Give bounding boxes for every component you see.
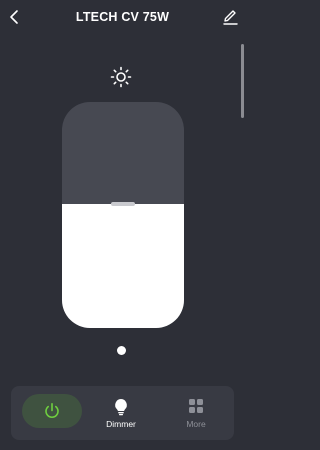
more-button[interactable]: More bbox=[171, 386, 221, 440]
brightness-slider-fill bbox=[62, 203, 184, 328]
more-label: More bbox=[186, 419, 206, 429]
header: LTECH CV 75W bbox=[0, 0, 245, 36]
page-indicator-dot bbox=[117, 346, 126, 355]
bottom-action-bar: Dimmer More bbox=[11, 386, 234, 440]
dimmer-label: Dimmer bbox=[106, 419, 136, 429]
dimmer-button[interactable]: Dimmer bbox=[96, 386, 146, 440]
bulb-icon bbox=[115, 399, 127, 416]
device-control-screen: LTECH CV 75W Dimmer More bbox=[0, 0, 245, 450]
pencil-icon[interactable] bbox=[221, 8, 239, 26]
page-title: LTECH CV 75W bbox=[75, 10, 170, 24]
sun-icon bbox=[110, 66, 132, 88]
power-icon bbox=[45, 402, 59, 418]
chevron-left-icon[interactable] bbox=[6, 8, 24, 26]
scrollbar[interactable] bbox=[241, 44, 244, 118]
brightness-slider[interactable] bbox=[62, 102, 184, 328]
brightness-slider-handle[interactable] bbox=[111, 201, 135, 206]
grid-icon bbox=[189, 399, 203, 413]
power-button[interactable] bbox=[22, 394, 82, 428]
